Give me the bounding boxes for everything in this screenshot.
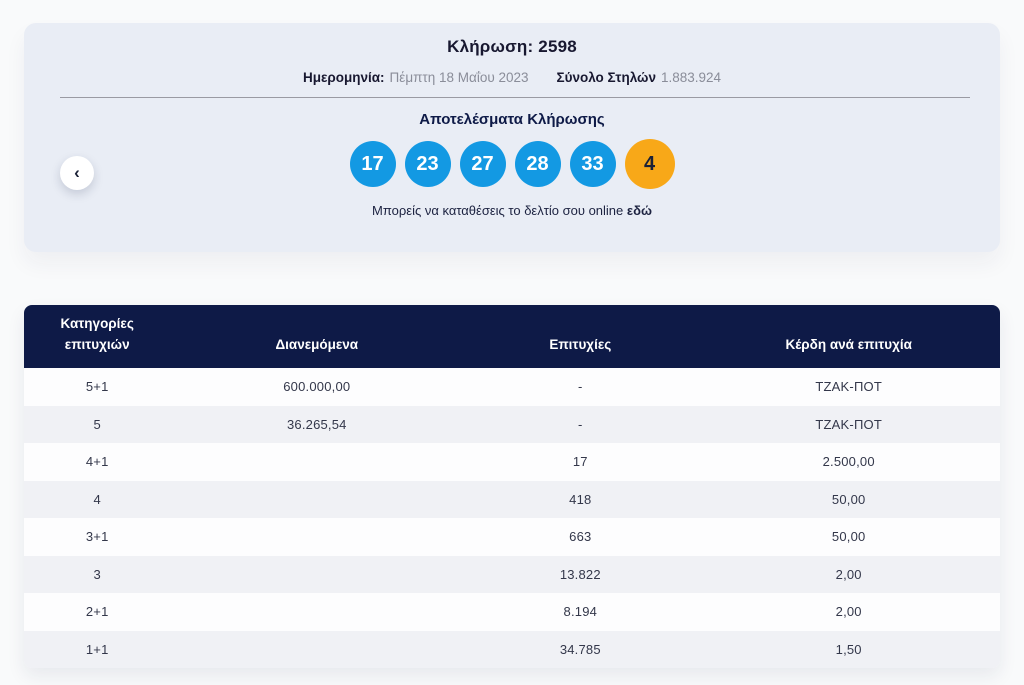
draw-date: Ημερομηνία: Πέμπτη 18 Μαΐου 2023 <box>303 70 529 85</box>
cell-wins: - <box>578 379 583 395</box>
cell-category: 4+1 <box>85 454 109 470</box>
header-divider <box>60 97 970 98</box>
previous-draw-button[interactable]: ‹ <box>60 156 94 190</box>
table-row: 3+1 663 50,00 <box>24 518 1000 556</box>
table-header-row: Κατηγορίες επιτυχιών Διανεμόμενα Επιτυχί… <box>24 305 1000 368</box>
cell-category: 5+1 <box>85 379 109 395</box>
cell-category: 4 <box>93 491 101 507</box>
cell-wins: 34.785 <box>559 641 601 657</box>
cell-wins: 663 <box>569 529 592 545</box>
cell-wins: 17 <box>572 454 588 470</box>
cell-distributed <box>170 518 463 556</box>
bonus-number-ball: 4 <box>624 139 675 189</box>
number-ball: 33 <box>569 141 616 187</box>
table-row: 1+1 34.785 1,50 <box>24 630 1000 669</box>
cell-prize: 1,50 <box>835 641 862 657</box>
online-note: Μπορείς να καταθέσεις το δελτίο σου onli… <box>24 203 1000 218</box>
table-row: 4 418 50,00 <box>24 480 1000 519</box>
cell-prize: ΤΖΑΚ-ΠΟΤ <box>815 416 882 432</box>
draw-title: Κλήρωση: 2598 <box>447 37 577 56</box>
cell-wins: - <box>578 416 583 432</box>
cell-prize: 50,00 <box>831 529 866 545</box>
cell-prize: 2.500,00 <box>822 454 875 470</box>
number-ball: 27 <box>459 141 506 187</box>
cell-distributed: 36.265,54 <box>286 416 347 432</box>
cell-distributed <box>170 481 463 519</box>
cell-wins: 8.194 <box>563 604 598 620</box>
total-columns-value: 1.883.924 <box>660 70 722 85</box>
header-prize-per-win: Κέρδη ανά επιτυχία <box>785 337 912 353</box>
cell-category: 1+1 <box>85 641 109 657</box>
draw-date-label: Ημερομηνία: <box>302 70 385 85</box>
total-columns: Σύνολο Στηλών 1.883.924 <box>557 70 722 85</box>
draw-meta: Ημερομηνία: Πέμπτη 18 Μαΐου 2023 Σύνολο Σ… <box>24 70 1000 85</box>
cell-wins: 418 <box>569 491 592 507</box>
cell-prize: 50,00 <box>831 491 866 507</box>
results-table: Κατηγορίες επιτυχιών Διανεμόμενα Επιτυχί… <box>24 305 1000 668</box>
cell-distributed <box>170 443 463 481</box>
cell-prize: ΤΖΑΚ-ΠΟΤ <box>815 379 882 395</box>
cell-prize: 2,00 <box>835 604 862 620</box>
header-categories: Κατηγορίες επιτυχιών <box>60 316 134 353</box>
cell-distributed: 600.000,00 <box>283 379 351 395</box>
table-row: 5 36.265,54 - ΤΖΑΚ-ΠΟΤ <box>24 405 1000 443</box>
cell-category: 5 <box>93 416 101 432</box>
table-row: 4+1 17 2.500,00 <box>24 443 1000 481</box>
table-row: 2+1 8.194 2,00 <box>24 593 1000 631</box>
winning-numbers: 17 23 27 28 33 4 <box>24 139 1000 189</box>
cell-distributed <box>170 556 463 594</box>
table-row: 3 13.822 2,00 <box>24 555 1000 594</box>
number-ball: 17 <box>349 141 396 187</box>
cell-category: 3 <box>93 566 101 582</box>
chevron-left-icon: ‹ <box>74 162 80 182</box>
online-note-text: Μπορείς να καταθέσεις το δελτίο σου onli… <box>372 203 624 218</box>
cell-category: 3+1 <box>85 529 109 545</box>
table-row: 5+1 600.000,00 - ΤΖΑΚ-ΠΟΤ <box>24 368 1000 406</box>
draw-date-value: Πέμπτη 18 Μαΐου 2023 <box>389 70 529 85</box>
cell-distributed <box>170 593 463 631</box>
cell-prize: 2,00 <box>835 566 862 582</box>
cell-distributed <box>170 631 463 669</box>
header-wins: Επιτυχίες <box>549 337 612 353</box>
online-note-link[interactable]: εδώ <box>627 203 652 218</box>
cell-wins: 13.822 <box>559 566 601 582</box>
number-ball: 28 <box>514 141 561 187</box>
header-distributed: Διανεμόμενα <box>275 337 359 353</box>
results-title: Αποτελέσματα Κλήρωσης <box>419 111 605 128</box>
draw-summary-card: Κλήρωση: 2598 Ημερομηνία: Πέμπτη 18 Μαΐου… <box>24 23 1000 252</box>
number-ball: 23 <box>404 141 451 187</box>
table-body: 5+1 600.000,00 - ΤΖΑΚ-ΠΟΤ 5 36.265,54 - ΤΖΑΚ-ΠΟ… <box>24 368 1000 668</box>
lottery-results-page: { "colors": { "page_bg": "#f9fafb", "car… <box>0 0 1024 685</box>
total-columns-label: Σύνολο Στηλών <box>556 70 656 85</box>
cell-category: 2+1 <box>85 604 109 620</box>
